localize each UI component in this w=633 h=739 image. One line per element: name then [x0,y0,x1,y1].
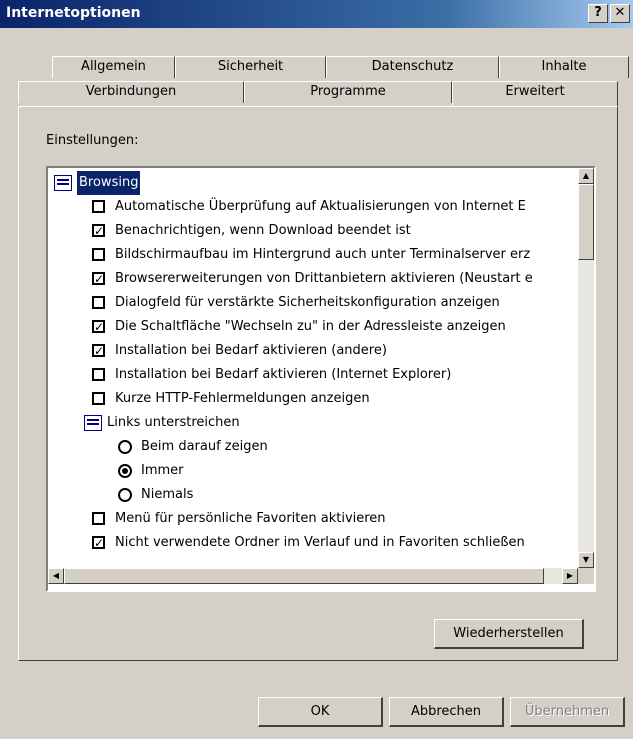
setting-label: Browsererweiterungen von Drittanbietern … [115,271,533,286]
checkbox-checked-icon[interactable]: ✓ [92,344,105,357]
scrollbar-corner [578,568,594,584]
group-icon [84,415,102,431]
setting-label: Menü für persönliche Favoriten aktiviere… [115,511,386,526]
title-bar[interactable]: Internetoptionen ? ✕ [0,0,633,28]
scroll-right-icon[interactable]: ▶ [562,568,578,584]
setting-label: Die Schaltfläche "Wechseln zu" in der Ad… [115,319,506,334]
checkbox-checked-icon[interactable]: ✓ [92,536,105,549]
radio-unselected-icon[interactable] [118,440,132,454]
radio-label: Beim darauf zeigen [141,439,268,454]
tab-sicherheit[interactable]: Sicherheit [175,56,326,78]
tab-programme[interactable]: Programme [244,81,452,103]
setting-label: Installation bei Bedarf aktivieren (Inte… [115,367,452,382]
checkbox-unchecked-icon[interactable] [92,512,105,525]
scroll-down-icon[interactable]: ▼ [578,552,594,568]
checkbox-unchecked-icon[interactable] [92,200,105,213]
checkbox-unchecked-icon[interactable] [92,392,105,405]
checkbox-checked-icon[interactable]: ✓ [92,320,105,333]
radio-unselected-icon[interactable] [118,488,132,502]
tab-datenschutz[interactable]: Datenschutz [326,56,499,78]
settings-listbox[interactable]: Browsing Automatische Überprüfung auf Ak… [46,166,596,592]
cancel-button[interactable]: Abbrechen [389,697,504,727]
checkbox-unchecked-icon[interactable] [92,296,105,309]
checkbox-checked-icon[interactable]: ✓ [92,272,105,285]
horizontal-scroll-thumb[interactable] [64,568,544,584]
group-icon [54,175,72,191]
scroll-up-icon[interactable]: ▲ [578,168,594,184]
tab-verbindungen[interactable]: Verbindungen [18,81,244,103]
horizontal-scrollbar[interactable]: ◀ ▶ [48,568,578,584]
settings-label: Einstellungen: [46,133,139,148]
scroll-left-icon[interactable]: ◀ [48,568,64,584]
setting-label: Automatische Überprüfung auf Aktualisier… [115,199,526,214]
setting-label: Bildschirmaufbau im Hintergrund auch unt… [115,247,531,262]
setting-label: Kurze HTTP-Fehlermeldungen anzeigen [115,391,370,406]
setting-label: Nicht verwendete Ordner im Verlauf und i… [115,535,525,550]
subgroup-label: Links unterstreichen [107,415,240,430]
radio-label: Immer [141,463,184,478]
help-button[interactable]: ? [588,4,608,23]
apply-button[interactable]: Übernehmen [510,697,625,727]
vertical-scrollbar[interactable]: ▲ ▼ [578,168,594,568]
group-label: Browsing [77,171,141,195]
ok-button[interactable]: OK [258,697,383,727]
radio-selected-icon[interactable] [118,464,132,478]
setting-label: Benachrichtigen, wenn Download beendet i… [115,223,411,238]
setting-label: Installation bei Bedarf aktivieren (ande… [115,343,387,358]
vertical-scroll-thumb[interactable] [578,184,594,260]
close-button[interactable]: ✕ [610,4,630,23]
checkbox-unchecked-icon[interactable] [92,248,105,261]
setting-label: Dialogfeld für verstärkte Sicherheitskon… [115,295,500,310]
checkbox-checked-icon[interactable]: ✓ [92,224,105,237]
window-title: Internetoptionen [6,5,141,21]
checkbox-unchecked-icon[interactable] [92,368,105,381]
tab-allgemein[interactable]: Allgemein [52,56,175,78]
restore-defaults-button[interactable]: Wiederherstellen [434,619,584,649]
tab-inhalte[interactable]: Inhalte [499,56,629,78]
radio-label: Niemals [141,487,194,502]
tab-erweitert[interactable]: Erweitert [452,81,618,106]
settings-rows: Browsing Automatische Überprüfung auf Ak… [48,168,578,568]
